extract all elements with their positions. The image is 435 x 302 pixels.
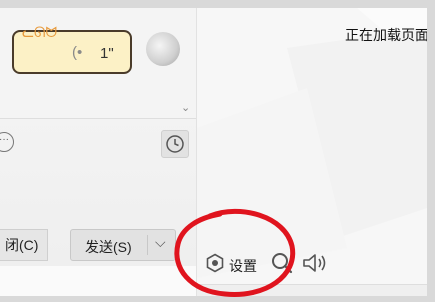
send-button[interactable]: 发送(S) ⌵ <box>70 229 176 261</box>
search-icon[interactable] <box>270 251 294 275</box>
send-button-label: 发送(S) <box>85 239 132 255</box>
voice-message-bubble[interactable]: ᓚᘏᗢ (• 1" <box>12 24 132 74</box>
hexagon-gear-icon[interactable] <box>205 253 225 273</box>
chevron-down-icon[interactable]: ⌄ <box>181 101 190 114</box>
cat-decoration-icon: ᓚᘏᗢ <box>22 24 58 40</box>
history-button[interactable] <box>161 130 189 158</box>
message-input[interactable] <box>0 160 196 224</box>
clock-icon <box>166 135 184 153</box>
speaker-icon[interactable] <box>301 251 329 275</box>
loading-text: 正在加载页面 <box>345 27 427 43</box>
window-right-edge <box>427 0 435 302</box>
input-toolbar: ··· <box>0 126 196 160</box>
chat-footer <box>0 266 196 296</box>
send-divider <box>147 235 148 255</box>
voice-duration: 1" <box>100 45 114 62</box>
settings-label[interactable]: 设置 <box>229 256 257 276</box>
close-button[interactable]: 闭(C) <box>0 229 48 261</box>
chevron-down-icon[interactable]: ⌵ <box>155 234 166 251</box>
window-bottom-edge <box>0 296 435 302</box>
message-area: ᓚᘏᗢ (• 1" ⌄ <box>0 8 196 119</box>
voice-wave-icon: (• <box>72 44 83 61</box>
window-top-edge <box>0 0 435 8</box>
avatar[interactable] <box>146 32 180 66</box>
more-icon[interactable]: ··· <box>0 132 14 152</box>
chat-panel: ᓚᘏᗢ (• 1" ⌄ ··· 闭(C) 发送(S) ⌵ <box>0 8 197 296</box>
